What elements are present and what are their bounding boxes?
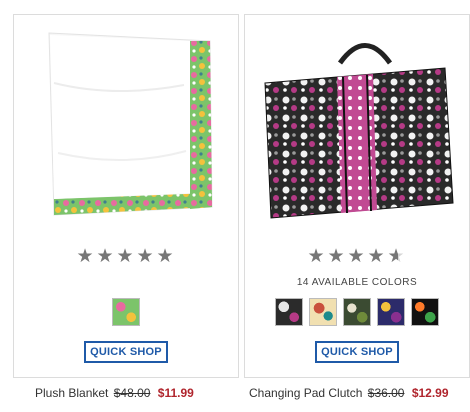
star-icon: ★ (136, 246, 156, 267)
sale-price: $12.99 (411, 386, 449, 400)
star-icon: ★ (116, 246, 136, 267)
product-image-plush-blanket[interactable] (14, 23, 240, 237)
product-caption-changing-pad-clutch: Changing Pad Clutch $36.00 $12.99 (249, 386, 449, 400)
rating-stars: ★★★★★ (245, 245, 469, 268)
star-icon: ★ (96, 246, 116, 267)
star-icon: ★ (76, 246, 96, 267)
star-icon: ★ (307, 246, 327, 267)
product-caption-plush-blanket: Plush Blanket $48.00 $11.99 (35, 386, 194, 400)
product-card-changing-pad-clutch[interactable]: ★★★★★ 14 AVAILABLE COLORS QUICK SHOP (244, 14, 470, 378)
rating-stars: ★★★★★ (14, 245, 238, 268)
star-icon: ★ (367, 246, 387, 267)
color-swatch[interactable] (343, 298, 371, 326)
original-price: $48.00 (113, 386, 151, 400)
product-card-plush-blanket[interactable]: ★★★★★ QUICK SHOP (13, 14, 239, 378)
star-icon: ★ (156, 246, 176, 267)
quick-shop-button[interactable]: QUICK SHOP (84, 341, 168, 363)
product-image-changing-pad-clutch[interactable] (245, 23, 470, 237)
original-price: $36.00 (367, 386, 405, 400)
sale-price: $11.99 (157, 386, 194, 400)
star-icon: ★ (347, 246, 367, 267)
product-name[interactable]: Plush Blanket (35, 386, 108, 400)
color-swatches (245, 298, 469, 326)
product-name[interactable]: Changing Pad Clutch (249, 386, 362, 400)
available-colors-label: 14 AVAILABLE COLORS (296, 277, 418, 288)
color-swatch[interactable] (377, 298, 405, 326)
color-swatch[interactable] (275, 298, 303, 326)
color-swatch[interactable] (309, 298, 337, 326)
quick-shop-button[interactable]: QUICK SHOP (315, 341, 399, 363)
star-icon: ★ (327, 246, 347, 267)
color-swatches (14, 298, 238, 326)
color-swatch[interactable] (411, 298, 439, 326)
color-swatch[interactable] (112, 298, 140, 326)
half-star-icon: ★ (387, 246, 407, 267)
